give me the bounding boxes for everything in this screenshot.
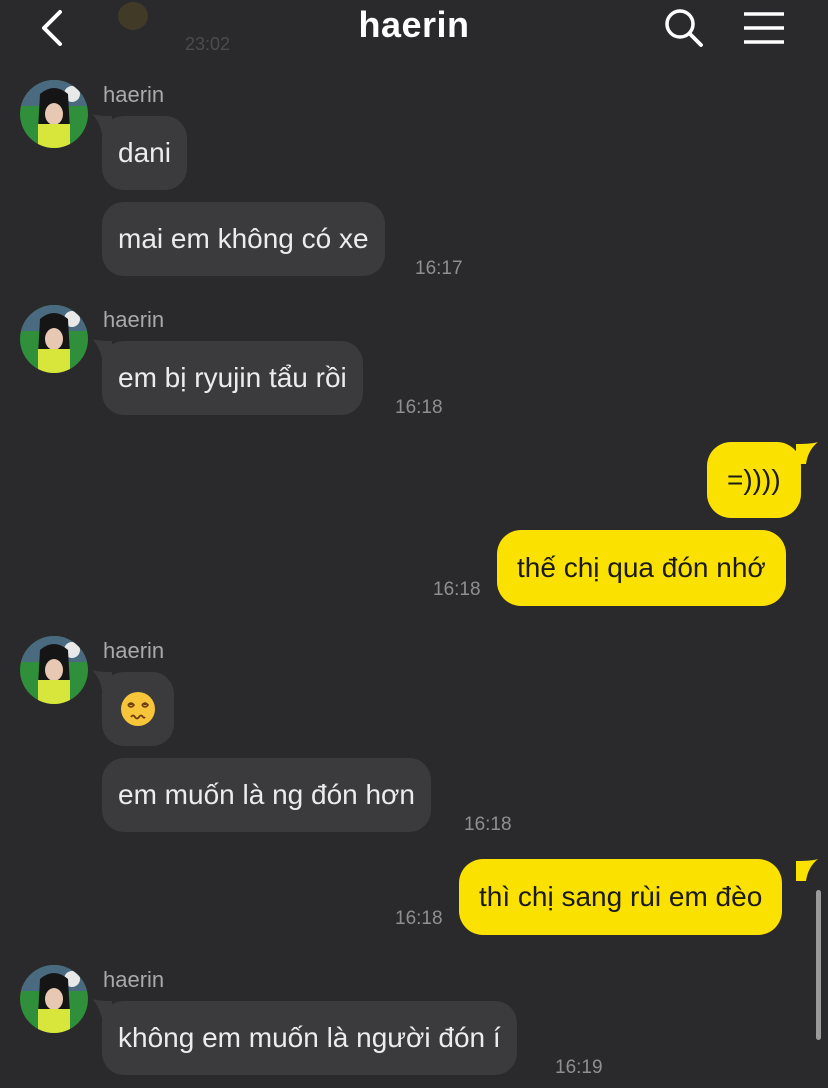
message-time: 16:18: [395, 397, 443, 418]
sender-name: haerin: [103, 307, 165, 332]
menu-button[interactable]: [742, 8, 786, 48]
message-time: 16:17: [415, 258, 463, 279]
avatar-photo-icon: [20, 965, 88, 1033]
message-time: 16:19: [555, 1057, 603, 1078]
avatar[interactable]: [20, 80, 88, 148]
bubble-tail: [796, 859, 818, 881]
search-icon: [665, 9, 703, 47]
avatar-photo-icon: [20, 80, 88, 148]
message-bubble[interactable]: =)))): [707, 442, 801, 518]
dizzy-face-emoji-icon: [121, 691, 155, 726]
message-time: 16:18: [395, 908, 443, 929]
avatar-photo-icon: [20, 636, 88, 704]
sender-name: haerin: [103, 638, 165, 663]
sender-name: haerin: [103, 82, 165, 107]
avatar[interactable]: [20, 636, 88, 704]
message-bubble[interactable]: không em muốn là người đón í: [102, 1001, 517, 1075]
message-bubble[interactable]: em bị ryujin tẩu rồi: [102, 341, 363, 415]
avatar-photo-icon: [20, 305, 88, 373]
sender-name: haerin: [103, 967, 165, 992]
message-time: 16:18: [464, 814, 512, 835]
search-button[interactable]: [662, 6, 706, 50]
chat-screen: 23:02 haerin haerin dani mai em không có…: [0, 0, 828, 1088]
hamburger-menu-icon: [744, 12, 784, 44]
avatar[interactable]: [20, 305, 88, 373]
scrollbar[interactable]: [816, 890, 821, 1040]
message-time: 16:18: [433, 579, 481, 600]
chat-header: 23:02 haerin: [0, 0, 828, 58]
avatar[interactable]: [20, 965, 88, 1033]
message-bubble[interactable]: thì chị sang rùi em đèo: [459, 859, 783, 935]
message-bubble[interactable]: [102, 672, 174, 746]
message-bubble[interactable]: mai em không có xe: [102, 202, 385, 276]
message-bubble[interactable]: dani: [102, 116, 187, 190]
message-bubble[interactable]: thế chị qua đón nhớ: [497, 530, 786, 606]
message-bubble[interactable]: em muốn là ng đón hơn: [102, 758, 431, 832]
